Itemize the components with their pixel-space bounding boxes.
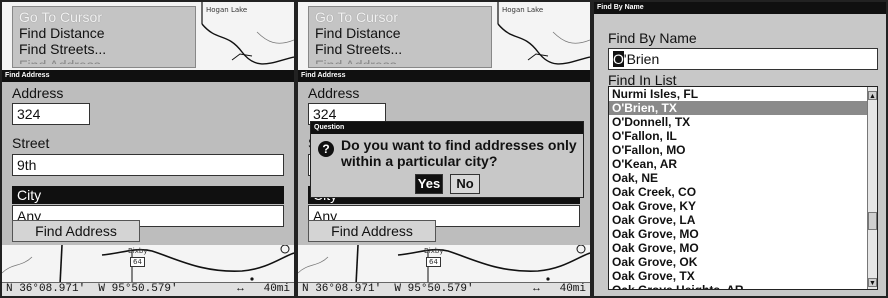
name-input[interactable]: O'Brien bbox=[608, 48, 878, 70]
map-bottom-drawing bbox=[2, 245, 294, 285]
map-menu: Go To Cursor Find Distance Find Streets.… bbox=[12, 6, 196, 68]
zoom-arrows-icon: ↔ bbox=[533, 283, 540, 295]
street-field[interactable]: 9th bbox=[12, 154, 284, 176]
text-cursor: O bbox=[613, 51, 624, 67]
list-item[interactable]: Oak Creek, CO bbox=[609, 185, 867, 199]
find-address-button[interactable]: Find Address bbox=[12, 220, 140, 242]
menu-find-streets[interactable]: Find Streets... bbox=[315, 41, 485, 57]
menu-find-address[interactable]: Find Address bbox=[19, 57, 189, 64]
scrollbar[interactable]: ▲ ▼ bbox=[867, 87, 877, 289]
list-item[interactable]: Oak Grove, KY bbox=[609, 199, 867, 213]
list-item[interactable]: O'Brien, TX bbox=[609, 101, 867, 115]
find-by-name-titlebar: Find By Name bbox=[594, 2, 886, 14]
list-item[interactable]: Nurmi Isles, FL bbox=[609, 87, 867, 101]
address-label: Address bbox=[308, 85, 360, 101]
list-item[interactable]: Oak Grove Heights, AR bbox=[609, 283, 867, 289]
place-label: Hogan Lake bbox=[206, 6, 248, 14]
place-label: Hogan Lake bbox=[502, 6, 544, 14]
menu-find-streets[interactable]: Find Streets... bbox=[19, 41, 189, 57]
list-item[interactable]: O'Kean, AR bbox=[609, 157, 867, 171]
list-item[interactable]: Oak Grove, TX bbox=[609, 269, 867, 283]
street-label: Street bbox=[12, 135, 50, 151]
list-item[interactable]: O'Fallon, IL bbox=[609, 129, 867, 143]
menu-find-distance[interactable]: Find Distance bbox=[19, 25, 189, 41]
find-address-titlebar: Find Address bbox=[298, 70, 590, 82]
map-bottom[interactable] bbox=[2, 245, 294, 285]
longitude: W 95°50.579' bbox=[98, 283, 178, 295]
find-address-screen: Hogan Lake Go To Cursor Find Distance Fi… bbox=[0, 0, 296, 298]
find-by-name-label: Find By Name bbox=[608, 30, 697, 46]
question-message: Do you want to find addresses only withi… bbox=[341, 137, 577, 169]
status-bar: N 36°08.971' W 95°50.579' ↔ 40mi bbox=[298, 282, 590, 296]
results-list-items: Nurmi Isles, FL O'Brien, TX O'Donnell, TX O… bbox=[609, 87, 867, 289]
find-address-question-screen: Hogan Lake Go To Cursor Find Distance Fi… bbox=[296, 0, 592, 298]
scroll-down-icon[interactable]: ▼ bbox=[868, 278, 877, 287]
scroll-up-icon[interactable]: ▲ bbox=[868, 91, 877, 100]
yes-button[interactable]: Yes bbox=[415, 174, 443, 194]
place-label-bixby: Bixby bbox=[128, 247, 148, 255]
list-item[interactable]: Oak, NE bbox=[609, 171, 867, 185]
scroll-thumb[interactable] bbox=[868, 212, 877, 230]
list-item[interactable]: Oak Grove, MO bbox=[609, 227, 867, 241]
menu-go-to-cursor[interactable]: Go To Cursor bbox=[19, 9, 189, 25]
longitude: W 95°50.579' bbox=[394, 283, 474, 295]
map-bottom[interactable] bbox=[298, 245, 590, 285]
question-titlebar: Question bbox=[311, 122, 583, 134]
zoom-readout: ↔ 40mi bbox=[237, 283, 290, 296]
find-address-button[interactable]: Find Address bbox=[308, 220, 436, 242]
menu-find-address[interactable]: Find Address bbox=[315, 57, 485, 64]
find-address-titlebar: Find Address bbox=[2, 70, 294, 82]
no-button[interactable]: No bbox=[450, 174, 480, 194]
zoom-level: 40mi bbox=[559, 283, 586, 295]
list-item[interactable]: Oak Grove, MO bbox=[609, 241, 867, 255]
address-field[interactable]: 324 bbox=[12, 103, 90, 125]
list-item[interactable]: O'Fallon, MO bbox=[609, 143, 867, 157]
map-menu: Go To Cursor Find Distance Find Streets.… bbox=[308, 6, 492, 68]
question-dialog: Question ? Do you want to find addresses… bbox=[310, 121, 584, 198]
route-shield-icon: 64 bbox=[426, 257, 441, 267]
menu-go-to-cursor[interactable]: Go To Cursor bbox=[315, 9, 485, 25]
latitude: N 36°08.971' bbox=[302, 283, 382, 295]
menu-find-distance[interactable]: Find Distance bbox=[315, 25, 485, 41]
input-text: 'Brien bbox=[623, 51, 660, 67]
list-item[interactable]: Oak Grove, OK bbox=[609, 255, 867, 269]
route-shield-icon: 64 bbox=[130, 257, 145, 267]
question-icon: ? bbox=[318, 141, 334, 157]
status-bar: N 36°08.971' W 95°50.579' ↔ 40mi bbox=[2, 282, 294, 296]
map-bottom-drawing bbox=[298, 245, 590, 285]
results-list[interactable]: Nurmi Isles, FL O'Brien, TX O'Donnell, TX O… bbox=[608, 86, 878, 290]
place-label-bixby: Bixby bbox=[424, 247, 444, 255]
latitude: N 36°08.971' bbox=[6, 283, 86, 295]
list-item[interactable]: Oak Grove, LA bbox=[609, 213, 867, 227]
zoom-readout: ↔ 40mi bbox=[533, 283, 586, 296]
address-label: Address bbox=[12, 85, 64, 101]
city-field-label: City bbox=[12, 186, 284, 204]
list-item[interactable]: O'Donnell, TX bbox=[609, 115, 867, 129]
zoom-arrows-icon: ↔ bbox=[237, 283, 244, 295]
find-by-name-screen: Find By Name Find By Name O'Brien Find I… bbox=[592, 0, 888, 298]
zoom-level: 40mi bbox=[263, 283, 290, 295]
